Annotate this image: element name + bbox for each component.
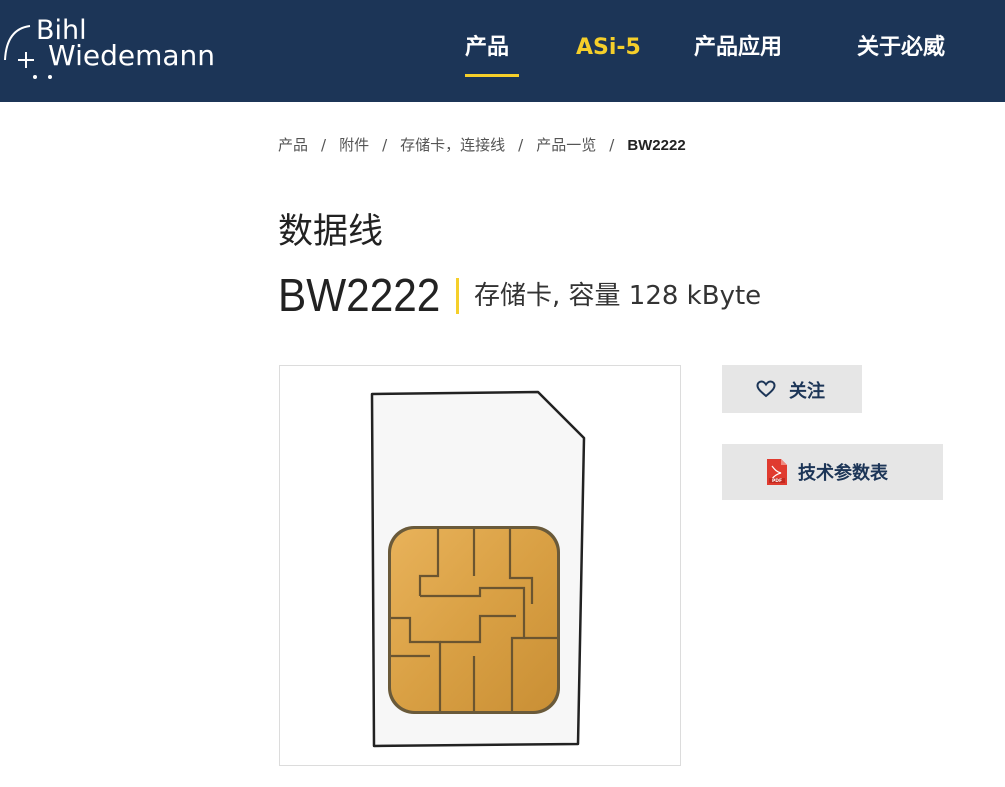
nav-item-products[interactable]: 产品 xyxy=(465,34,509,62)
nav-item-applications[interactable]: 产品应用 xyxy=(694,34,782,62)
breadcrumb-item-overview[interactable]: 产品一览 xyxy=(536,134,596,155)
product-model: BW2222 xyxy=(278,269,441,321)
bihl-wiedemann-logo[interactable]: Bihl Wiedemann xyxy=(0,8,230,88)
breadcrumb-separator: / xyxy=(321,136,327,154)
breadcrumb-separator: / xyxy=(518,136,524,154)
follow-button[interactable]: 关注 xyxy=(722,365,862,413)
pdf-icon: PDF xyxy=(767,459,787,485)
product-category: 数据线 xyxy=(278,212,384,252)
breadcrumb-separator: / xyxy=(609,136,615,154)
datasheet-button-label: 技术参数表 xyxy=(798,463,888,484)
sim-card-icon xyxy=(370,390,586,748)
nav-active-underline xyxy=(465,74,519,77)
breadcrumb: 产品 / 附件 / 存储卡，连接线 / 产品一览 / BW2222 xyxy=(278,134,686,155)
follow-button-label: 关注 xyxy=(789,381,825,402)
product-image[interactable] xyxy=(279,365,681,766)
heart-icon xyxy=(756,380,776,398)
breadcrumb-current: BW2222 xyxy=(627,137,686,154)
logo-text-wiedemann: Wiedemann xyxy=(48,39,216,72)
title-divider xyxy=(456,278,459,314)
breadcrumb-separator: / xyxy=(382,136,388,154)
product-description: 存储卡, 容量 128 kByte xyxy=(474,281,762,311)
site-header: Bihl Wiedemann 产品 ASi-5 产品应用 关于必威 xyxy=(0,0,1005,102)
nav-item-about[interactable]: 关于必威 xyxy=(857,34,945,62)
datasheet-button[interactable]: PDF 技术参数表 xyxy=(722,444,943,500)
breadcrumb-item-memory-cards[interactable]: 存储卡，连接线 xyxy=(400,134,505,155)
svg-text:PDF: PDF xyxy=(772,478,782,484)
nav-item-asi5[interactable]: ASi-5 xyxy=(576,34,641,62)
breadcrumb-item-products[interactable]: 产品 xyxy=(278,134,308,155)
breadcrumb-item-accessories[interactable]: 附件 xyxy=(339,134,369,155)
